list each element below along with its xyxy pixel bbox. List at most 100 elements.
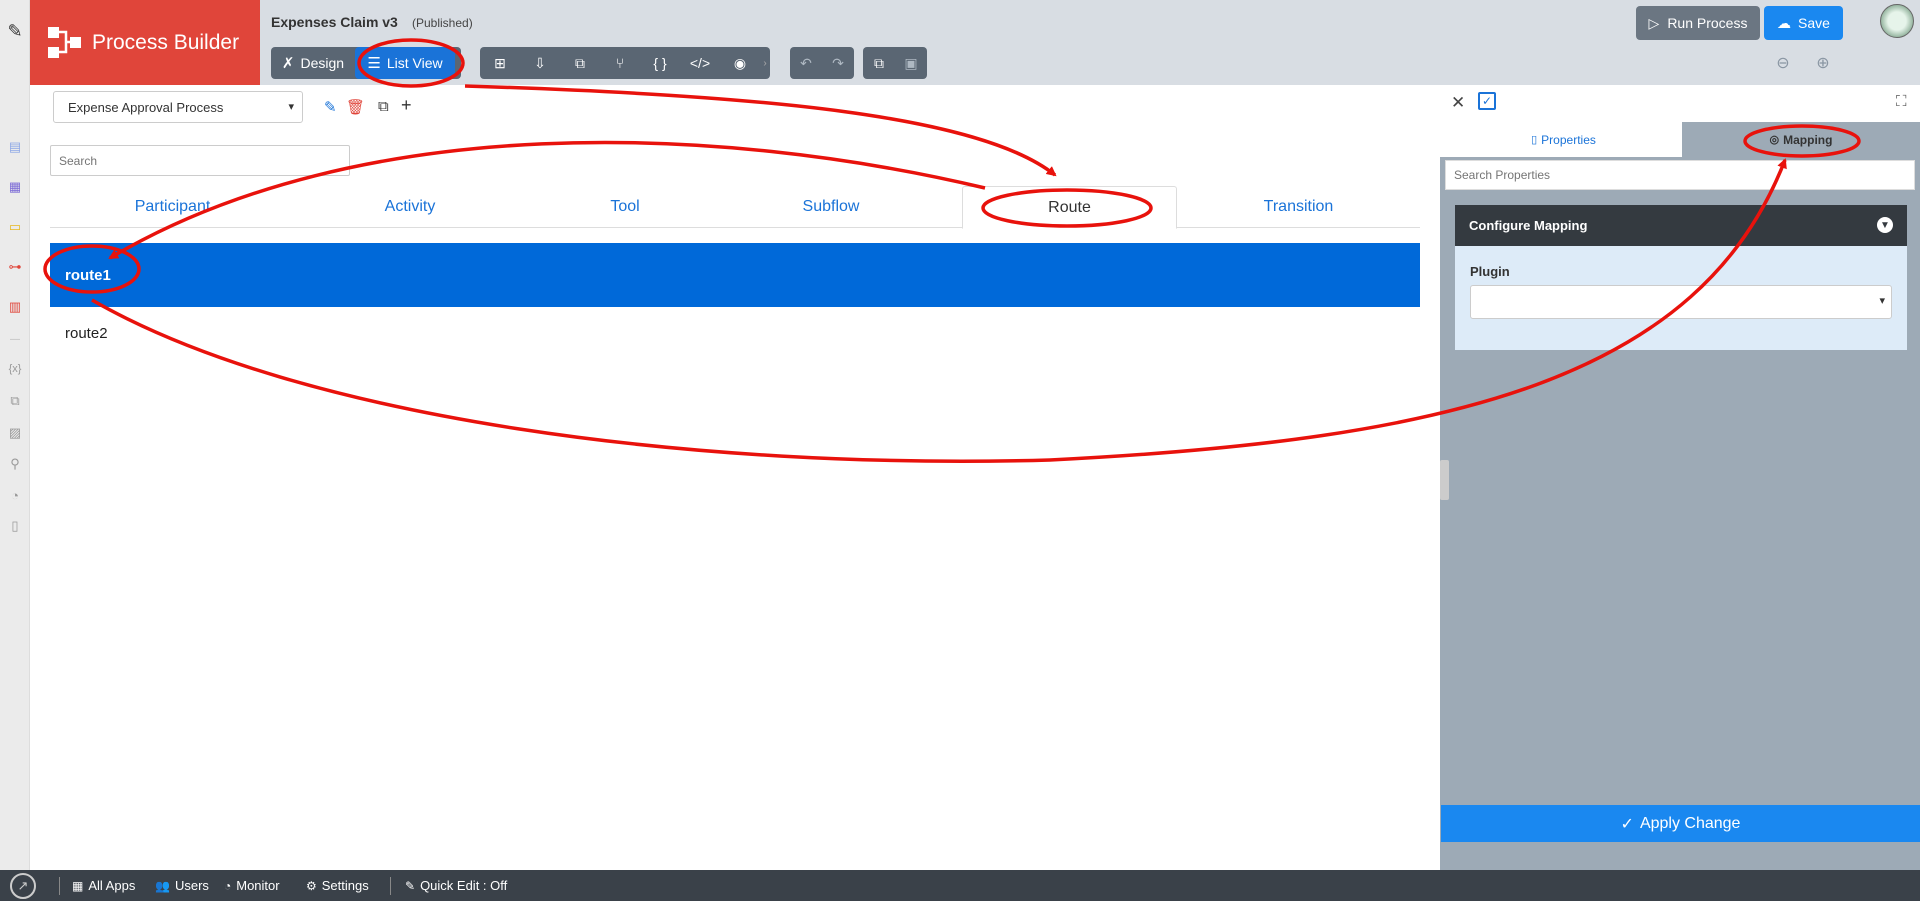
variable-icon[interactable]: {x}: [6, 360, 24, 378]
view-toggle: ✗ Design ☰ List View: [271, 47, 461, 79]
settings-link[interactable]: ⚙ Settings: [306, 878, 369, 893]
search-properties-input[interactable]: [1445, 160, 1915, 190]
pdf-icon[interactable]: ▥: [6, 298, 24, 316]
hierarchy-icon[interactable]: ⊞: [480, 47, 520, 79]
download-icon[interactable]: ⇩: [520, 47, 560, 79]
annotation-arrow-to-route: [464, 84, 1057, 177]
tab-subflow[interactable]: Subflow: [725, 186, 937, 228]
screen-icon[interactable]: ▭: [6, 218, 24, 236]
fullscreen-icon[interactable]: ⛶: [1896, 93, 1907, 110]
list-item-selected[interactable]: route1: [50, 243, 1420, 307]
process-builder-logo-icon: [44, 23, 86, 63]
play-icon: ▷: [1648, 14, 1660, 31]
copy-icon[interactable]: ⧉: [863, 47, 895, 79]
design-button[interactable]: ✗ Design: [271, 47, 355, 79]
chevron-down-icon: ▾: [1879, 295, 1885, 307]
users-label: Users: [174, 878, 209, 893]
avatar[interactable]: [1880, 4, 1914, 38]
close-icon[interactable]: ✕: [1451, 93, 1465, 113]
panel-resize-handle[interactable]: [1440, 460, 1449, 500]
tab-properties[interactable]: ▯ Properties: [1445, 122, 1682, 157]
undo-redo-group: ↶ ↷: [790, 47, 854, 79]
performance-icon[interactable]: ◔: [6, 486, 24, 504]
translate-icon[interactable]: ⧉: [6, 392, 24, 410]
quick-edit-toggle[interactable]: ✎ Quick Edit : Off: [405, 878, 507, 893]
cloud-upload-icon: ☁: [1777, 14, 1792, 31]
document-icon[interactable]: ▤: [6, 138, 24, 156]
users-link[interactable]: 👥 Users: [155, 878, 209, 893]
camera-icon[interactable]: ◉: [720, 47, 760, 79]
edit-icon[interactable]: ✎: [6, 21, 24, 41]
table-icon[interactable]: ▦: [6, 178, 24, 196]
brand[interactable]: Process Builder: [30, 0, 260, 85]
edit-pencil-icon[interactable]: ✎: [324, 98, 337, 116]
list-view-button[interactable]: ☰ List View: [355, 47, 455, 79]
apply-change-label: Apply Change: [1639, 814, 1741, 832]
quick-edit-label: Quick Edit : Off: [420, 878, 508, 893]
run-process-button[interactable]: ▷ Run Process: [1636, 6, 1760, 40]
run-process-label: Run Process: [1667, 15, 1748, 31]
tab-mapping-label: Mapping: [1783, 132, 1833, 147]
grid-icon: ▦: [72, 878, 84, 893]
divider: —: [10, 333, 20, 345]
design-toolbar: ⊞ ⇩ ⧉ ⑂ { } </> ◉ ›: [480, 47, 770, 79]
tab-properties-label: Properties: [1541, 132, 1596, 147]
save-label: Save: [1798, 15, 1830, 31]
divider: [59, 877, 60, 895]
joget-logo-icon[interactable]: ↗: [10, 873, 36, 899]
log-icon[interactable]: ▯: [6, 517, 24, 535]
plugin-icon[interactable]: ⚲: [6, 455, 24, 473]
chevron-down-circle-icon[interactable]: ▼: [1877, 217, 1893, 233]
undo-icon[interactable]: ↶: [790, 47, 822, 79]
app-status: (Published): [412, 16, 473, 30]
paste-icon[interactable]: ▣: [895, 47, 927, 79]
section-title: Configure Mapping: [1469, 218, 1588, 233]
branch-icon[interactable]: ⑂: [600, 47, 640, 79]
compare-icon[interactable]: ⧉: [560, 47, 600, 79]
divider: [390, 877, 391, 895]
gauge-icon: ◔: [224, 878, 232, 893]
settings-label: Settings: [321, 878, 369, 893]
chevron-right-icon[interactable]: ›: [760, 47, 770, 79]
chevron-down-icon: ▾: [288, 101, 294, 113]
add-icon[interactable]: +: [401, 95, 412, 116]
design-label: Design: [300, 55, 345, 71]
process-icon[interactable]: ⊶: [6, 258, 24, 276]
tab-transition[interactable]: Transition: [1177, 186, 1420, 228]
search-input[interactable]: [50, 145, 350, 176]
brand-title: Process Builder: [92, 30, 240, 54]
zoom-in-icon[interactable]: ⊕: [1812, 52, 1834, 74]
check-icon: ✓: [1620, 815, 1634, 833]
monitor-link[interactable]: ◔ Monitor: [224, 878, 280, 893]
list-icon: ☰: [367, 55, 381, 72]
checkbox-icon[interactable]: ✓: [1478, 92, 1496, 110]
duplicate-icon[interactable]: ⧉: [378, 98, 389, 115]
apply-change-button[interactable]: ✓ Apply Change: [1441, 805, 1920, 842]
trash-icon[interactable]: 🗑: [346, 98, 365, 116]
json-icon[interactable]: { }: [640, 47, 680, 79]
save-button[interactable]: ☁ Save: [1764, 6, 1843, 40]
pencil-icon: ✎: [405, 878, 416, 893]
tab-mapping[interactable]: ◎ Mapping: [1682, 122, 1920, 157]
plugin-select[interactable]: ▾: [1470, 285, 1892, 319]
all-apps-link[interactable]: ▦ All Apps: [72, 878, 135, 893]
code-icon[interactable]: </>: [680, 47, 720, 79]
panel-header: ✕ ✓ ⛶: [1440, 85, 1920, 122]
zoom-out-icon[interactable]: ⊖: [1772, 52, 1794, 74]
image-icon[interactable]: ▨: [6, 424, 24, 442]
list-item[interactable]: route2: [50, 307, 1420, 359]
configure-mapping-header[interactable]: Configure Mapping ▼: [1455, 205, 1907, 246]
element-tabs: Participant Activity Tool Subflow Route …: [50, 186, 1420, 229]
tab-route[interactable]: Route: [962, 186, 1177, 229]
eye-icon: ◎: [1769, 134, 1780, 146]
users-icon: 👥: [155, 878, 170, 893]
list-view-label: List View: [386, 55, 443, 71]
redo-icon[interactable]: ↷: [822, 47, 854, 79]
tab-activity[interactable]: Activity: [295, 186, 525, 228]
process-select[interactable]: Expense Approval Process ▾: [53, 91, 303, 123]
process-select-value: Expense Approval Process: [68, 99, 224, 115]
tab-tool[interactable]: Tool: [525, 186, 725, 228]
tab-participant[interactable]: Participant: [50, 186, 295, 228]
all-apps-label: All Apps: [88, 878, 136, 893]
app-title: Expenses Claim v3: [271, 14, 398, 30]
